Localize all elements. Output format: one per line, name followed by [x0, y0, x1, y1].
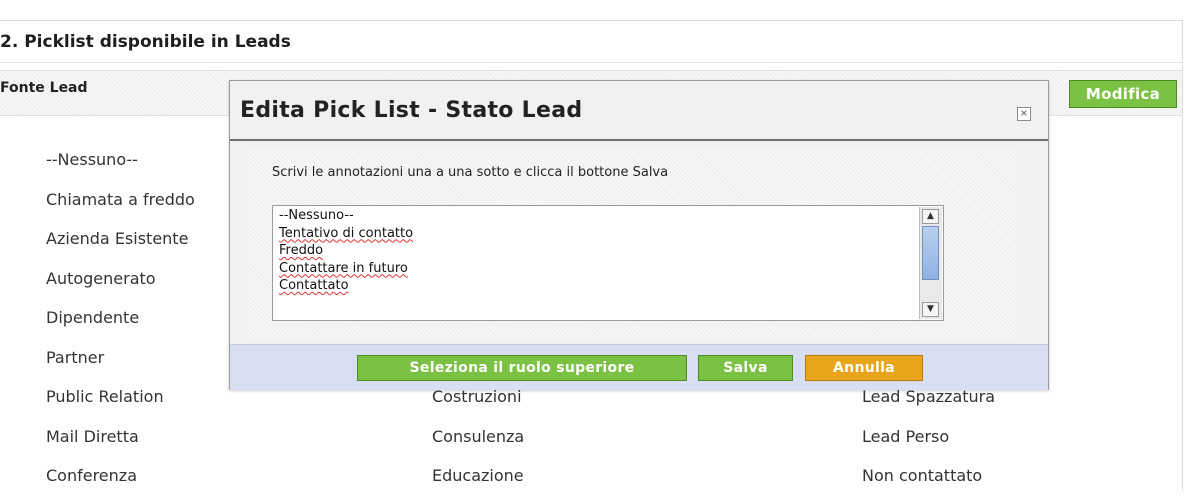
list-item: Conferenza: [46, 466, 137, 485]
entry-line: Contattato: [279, 278, 349, 293]
section-title: 2. Picklist disponibile in Leads: [0, 22, 1182, 63]
instruction-text: Scrivi le annotazioni una a una sotto e …: [272, 165, 669, 180]
save-button[interactable]: Salva: [698, 355, 793, 381]
select-superior-role-button[interactable]: Seleziona il ruolo superiore: [357, 355, 687, 381]
edit-picklist-dialog: Edita Pick List - Stato Lead × Scrivi le…: [229, 80, 1049, 390]
scroll-up-icon[interactable]: ▲: [922, 209, 939, 224]
list-item: Azienda Esistente: [46, 229, 189, 248]
list-item: Consulenza: [432, 426, 525, 446]
edit-button[interactable]: Modifica: [1069, 80, 1177, 108]
textarea-scrollbar[interactable]: ▲ ▼: [919, 207, 942, 319]
list-item: Non contattato: [862, 466, 983, 485]
close-icon[interactable]: ×: [1017, 107, 1031, 121]
list-item: Chiamata a freddo: [46, 189, 195, 209]
list-item: Partner: [46, 347, 105, 367]
list-item: --Nessuno--: [46, 150, 138, 169]
list-item: Educazione: [432, 466, 524, 485]
entry-line: Freddo: [279, 243, 324, 258]
entry-line: Tentativo di contatto: [279, 225, 414, 241]
list-item: Mail Diretta: [46, 426, 139, 446]
list-item: Autogenerato: [46, 268, 156, 288]
cancel-button[interactable]: Annulla: [805, 355, 923, 381]
dialog-footer: Seleziona il ruolo superiore Salva Annul…: [230, 344, 1048, 390]
dialog-body: Scrivi le annotazioni una a una sotto e …: [248, 149, 1016, 339]
list-item: Public Relation: [46, 387, 164, 406]
scroll-down-icon[interactable]: ▼: [922, 302, 939, 317]
picklist-entries-textarea[interactable]: --Nessuno-- Tentativo di contatto Freddo…: [272, 205, 944, 321]
list-item: Dipendente: [46, 308, 140, 327]
field-label: Fonte Lead: [0, 80, 88, 96]
list-item: Lead Spazzatura: [862, 387, 996, 406]
list-item: Lead Perso: [862, 426, 950, 446]
dialog-header: Edita Pick List - Stato Lead ×: [230, 81, 1048, 141]
scroll-thumb[interactable]: [922, 226, 939, 280]
picklist-column-1: --Nessuno-- Chiamata a freddo Azienda Es…: [46, 148, 195, 504]
list-item: Costruzioni: [432, 387, 522, 406]
dialog-title: Edita Pick List - Stato Lead: [240, 98, 583, 123]
entry-line: Contattare in futuro: [279, 260, 408, 276]
entry-line: --Nessuno--: [279, 208, 354, 223]
